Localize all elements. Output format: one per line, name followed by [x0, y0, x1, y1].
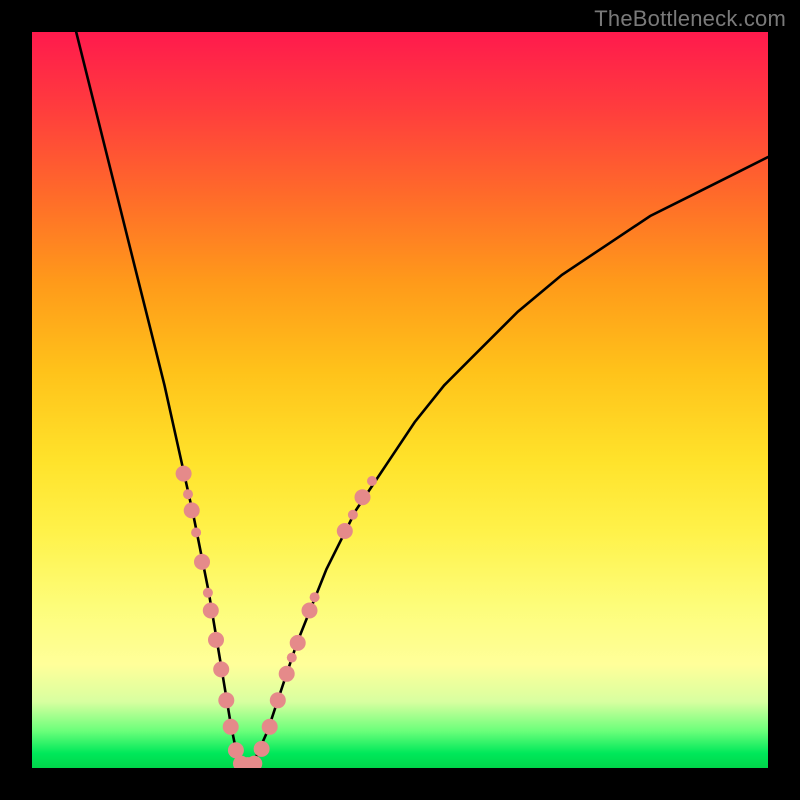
chart-overlay: [32, 32, 768, 768]
marker-dot: [223, 719, 239, 735]
marker-dot: [184, 502, 200, 518]
marker-dot: [191, 528, 201, 538]
marker-dot: [208, 632, 224, 648]
marker-dot: [183, 489, 193, 499]
marker-dot: [270, 692, 286, 708]
marker-dot: [254, 741, 270, 757]
marker-dot: [302, 603, 318, 619]
marker-dot: [213, 661, 229, 677]
marker-dot: [176, 466, 192, 482]
marker-dot: [287, 653, 297, 663]
marker-dot: [194, 554, 210, 570]
marker-dot: [337, 523, 353, 539]
marker-dot: [310, 592, 320, 602]
marker-dot: [355, 489, 371, 505]
marker-dot: [279, 666, 295, 682]
marker-dot: [203, 603, 219, 619]
marker-dot: [290, 635, 306, 651]
marker-dot: [218, 692, 234, 708]
highlighted-points: [176, 466, 377, 768]
marker-dot: [203, 588, 213, 598]
marker-dot: [348, 510, 358, 520]
marker-dot: [262, 719, 278, 735]
marker-dot: [367, 476, 377, 486]
watermark-text: TheBottleneck.com: [594, 6, 786, 32]
chart-frame: TheBottleneck.com: [0, 0, 800, 800]
bottleneck-curve: [76, 32, 768, 768]
plot-area: [32, 32, 768, 768]
